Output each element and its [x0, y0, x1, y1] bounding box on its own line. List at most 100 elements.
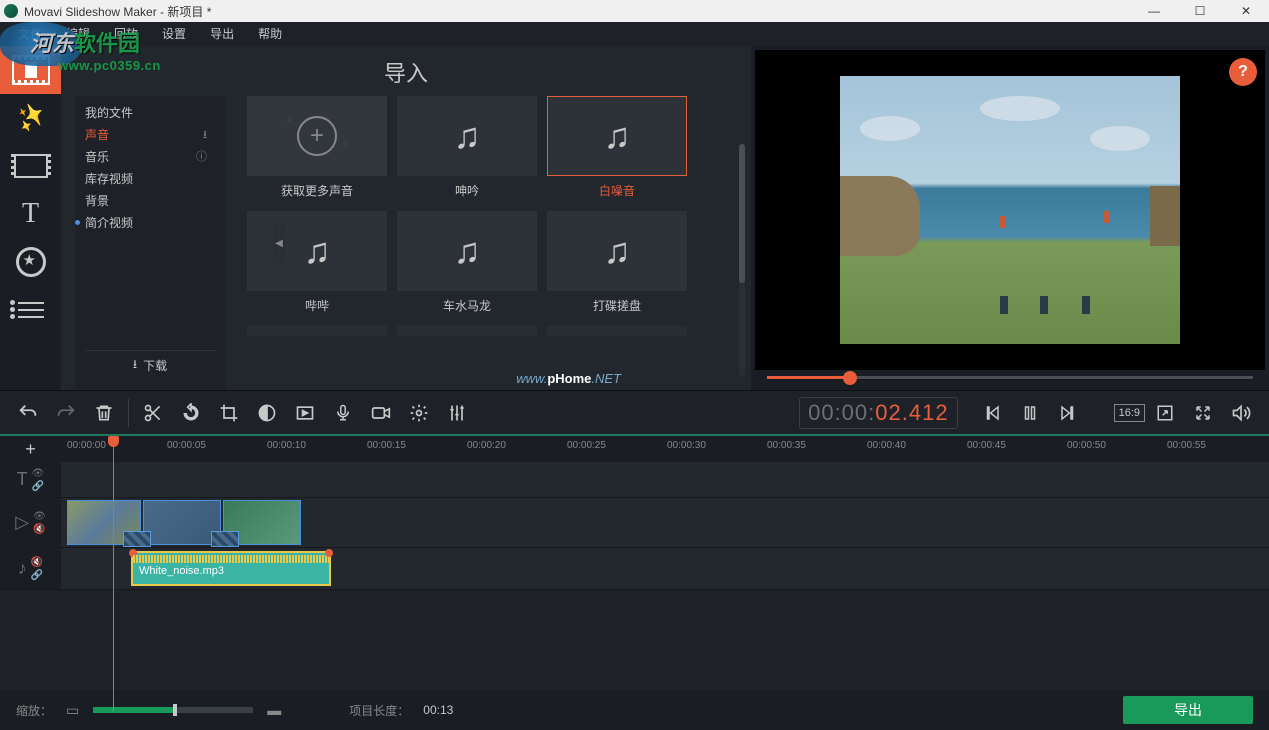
audio-track[interactable]: ♪ 🔇 🔗 White_noise.mp3	[0, 548, 1269, 590]
mute-icon[interactable]: 🔇	[31, 557, 43, 568]
zoom-slider[interactable]	[93, 707, 253, 713]
delete-button[interactable]	[86, 395, 122, 431]
detach-preview-button[interactable]	[1147, 395, 1183, 431]
film-icon	[12, 55, 50, 85]
more-tab[interactable]	[0, 286, 61, 334]
redo-button[interactable]	[48, 395, 84, 431]
transitions-tab[interactable]	[0, 142, 61, 190]
menu-settings[interactable]: 设置	[150, 22, 198, 46]
category-background[interactable]: 背景	[85, 190, 215, 212]
timecode-display[interactable]: 00:00:02.412	[799, 397, 957, 429]
music-note-icon: ♫	[454, 230, 481, 272]
timeline-tracks: T👁🔗 ▷👁🔇 ♪🔇🔗 White_noise.mp3	[0, 462, 1269, 690]
microphone-button[interactable]	[325, 395, 361, 431]
list-icon	[18, 302, 44, 318]
panel-title: 导入	[61, 46, 751, 96]
preview-image	[840, 76, 1180, 344]
color-adjust-button[interactable]	[249, 395, 285, 431]
help-button[interactable]: ?	[1229, 58, 1257, 86]
menu-help[interactable]: 帮助	[246, 22, 294, 46]
media-panel: 导入 我的文件 声音⭳ 音乐ⓘ 库存视频 背景 简介视频 ⭳下载 ◀ +	[61, 46, 751, 390]
menu-playback[interactable]: 回放	[102, 22, 150, 46]
link-icon[interactable]: 🔗	[31, 570, 43, 581]
menu-edit[interactable]: 编辑	[54, 22, 102, 46]
download-button[interactable]: ⭳下载	[85, 350, 215, 380]
download-arrow-icon: ⭳	[133, 355, 137, 376]
bottom-bar: 缩放： ▭ ▬ 项目长度： 00:13 导出	[0, 690, 1269, 730]
video-clip-2[interactable]	[143, 500, 221, 545]
visibility-icon[interactable]: 👁	[32, 468, 45, 479]
menu-export[interactable]: 导出	[198, 22, 246, 46]
close-button[interactable]: ✕	[1223, 0, 1269, 22]
info-icon[interactable]: ⓘ	[196, 146, 207, 168]
export-button[interactable]: 导出	[1123, 696, 1253, 724]
menu-bar: 文件 编辑 回放 设置 导出 帮助	[0, 22, 1269, 46]
editor-toolbar: 00:00:02.412 16:9	[0, 390, 1269, 436]
window-title: Movavi Slideshow Maker - 新项目 *	[24, 3, 211, 20]
volume-button[interactable]	[1223, 395, 1259, 431]
card-beep[interactable]: ♫ 哔哔	[247, 211, 387, 314]
crop-button[interactable]	[211, 395, 247, 431]
timeline-ruler[interactable]: + 00:00:00 00:00:05 00:00:10 00:00:15 00…	[0, 436, 1269, 462]
maximize-button[interactable]: ☐	[1177, 0, 1223, 22]
wand-icon: ✨	[10, 97, 50, 137]
category-intro-video[interactable]: 简介视频	[85, 212, 215, 234]
empty-track-area[interactable]	[0, 590, 1269, 690]
title-bar: Movavi Slideshow Maker - 新项目 * — ☐ ✕	[0, 0, 1269, 22]
music-note-icon: ♫	[604, 115, 631, 157]
card-get-more-sounds[interactable]: + 获取更多声音	[247, 96, 387, 199]
fullscreen-button[interactable]	[1185, 395, 1221, 431]
prev-frame-button[interactable]	[974, 395, 1010, 431]
category-music[interactable]: 音乐ⓘ	[85, 146, 215, 168]
import-tab[interactable]	[0, 46, 61, 94]
mute-icon[interactable]: 🔇	[33, 524, 46, 535]
preview-panel: ?	[751, 46, 1269, 390]
undo-button[interactable]	[10, 395, 46, 431]
menu-file[interactable]: 文件	[6, 22, 54, 46]
card-traffic[interactable]: ♫ 车水马龙	[397, 211, 537, 314]
title-track[interactable]: T👁🔗	[0, 462, 1269, 498]
minimize-button[interactable]: —	[1131, 0, 1177, 22]
zoom-in-icon[interactable]: ▬	[267, 702, 281, 718]
collapse-sidebar-button[interactable]: ◀	[273, 223, 285, 263]
video-track[interactable]: ▷👁🔇	[0, 498, 1269, 548]
left-toolbar: ✨ T	[0, 46, 61, 390]
media-scrollbar[interactable]	[739, 144, 745, 376]
media-grid: + 获取更多声音 ♫ 呻吟 ♫ 白噪音	[225, 96, 751, 390]
playhead[interactable]	[113, 436, 114, 712]
preview-viewport[interactable]	[755, 50, 1265, 370]
sticker-icon	[16, 247, 46, 277]
watermark-phome: www.pHome.NET	[516, 371, 621, 386]
equalizer-button[interactable]	[439, 395, 475, 431]
audio-track-icon: ♪	[18, 558, 27, 579]
next-frame-button[interactable]	[1050, 395, 1086, 431]
split-button[interactable]	[135, 395, 171, 431]
download-icon[interactable]: ⭳	[203, 124, 207, 146]
add-track-button[interactable]: +	[0, 436, 61, 462]
aspect-ratio-button[interactable]: 16:9	[1114, 404, 1145, 422]
transition-1[interactable]	[123, 531, 151, 547]
transition-2[interactable]	[211, 531, 239, 547]
clip-properties-button[interactable]	[401, 395, 437, 431]
card-white-noise[interactable]: ♫ 白噪音	[547, 96, 687, 199]
category-sounds[interactable]: 声音⭳	[85, 124, 215, 146]
category-my-files[interactable]: 我的文件	[85, 102, 215, 124]
preview-seekbar[interactable]	[751, 370, 1269, 390]
music-note-icon: ♫	[304, 230, 331, 272]
link-icon[interactable]: 🔗	[32, 481, 45, 492]
camera-button[interactable]	[363, 395, 399, 431]
card-groan[interactable]: ♫ 呻吟	[397, 96, 537, 199]
zoom-label: 缩放：	[16, 702, 52, 719]
transition-wizard-button[interactable]	[287, 395, 323, 431]
visibility-icon[interactable]: 👁	[33, 511, 46, 522]
category-stock-video[interactable]: 库存视频	[85, 168, 215, 190]
stickers-tab[interactable]	[0, 238, 61, 286]
titles-tab[interactable]: T	[0, 190, 61, 238]
filters-tab[interactable]: ✨	[0, 94, 61, 142]
audio-clip-white-noise[interactable]: White_noise.mp3	[131, 551, 331, 586]
pause-button[interactable]	[1012, 395, 1048, 431]
zoom-out-icon[interactable]: ▭	[66, 702, 79, 719]
rotate-button[interactable]	[173, 395, 209, 431]
music-note-icon: ♫	[454, 115, 481, 157]
card-scratch[interactable]: ♫ 打碟搓盘	[547, 211, 687, 314]
